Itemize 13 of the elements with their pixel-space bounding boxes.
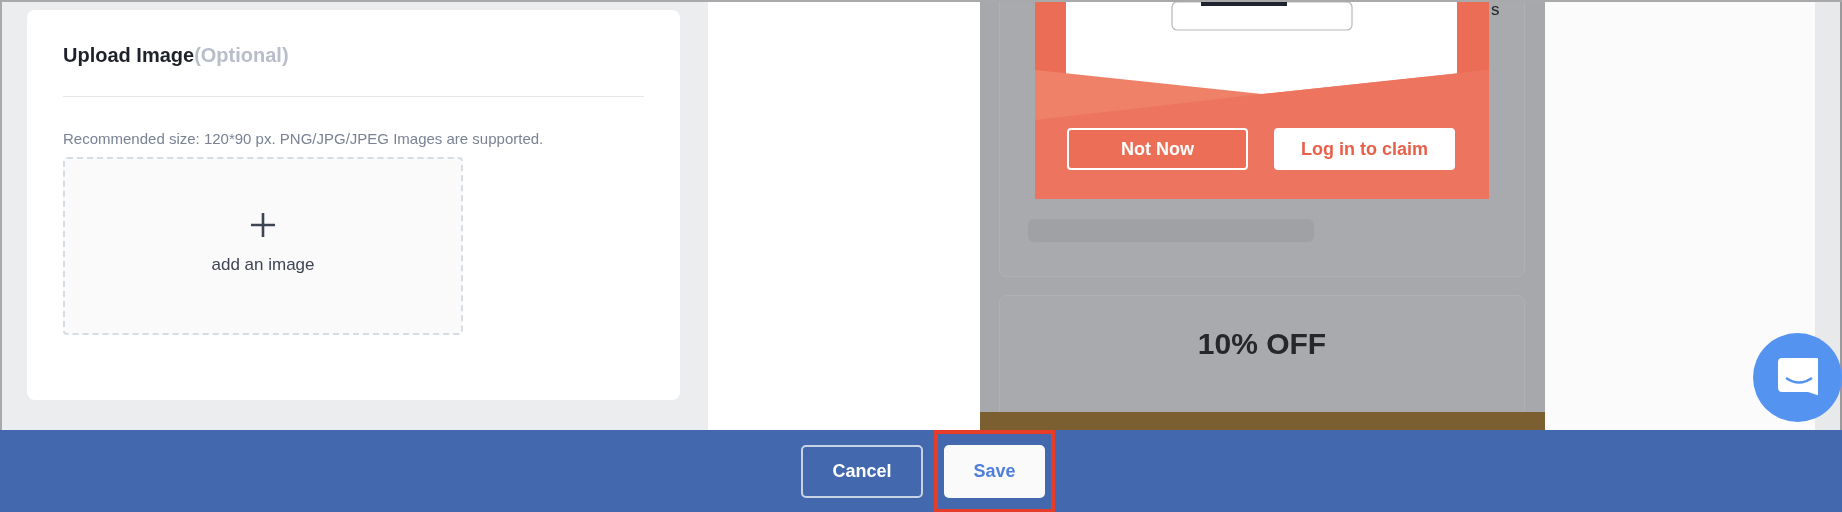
dismiss-button[interactable]: Not Now: [1067, 128, 1248, 170]
save-button[interactable]: Save: [944, 444, 1045, 498]
offer-title: 10% OFF: [1197, 327, 1327, 362]
upload-label: add an image: [211, 255, 315, 275]
optional-label: (Optional): [194, 43, 289, 67]
heading-fragment: s: [1491, 2, 1500, 20]
plus-icon: [249, 211, 277, 239]
card-title: Upload Image: [63, 43, 195, 67]
size-hint: Recommended size: 120*90 px. PNG/JPG/JPEG Images are supported.: [63, 129, 545, 149]
chat-bubble-icon: [1777, 357, 1818, 398]
cancel-button[interactable]: Cancel: [801, 444, 923, 498]
claim-button[interactable]: Log in to claim: [1274, 128, 1455, 170]
upload-dropzone[interactable]: add an image: [63, 157, 463, 335]
